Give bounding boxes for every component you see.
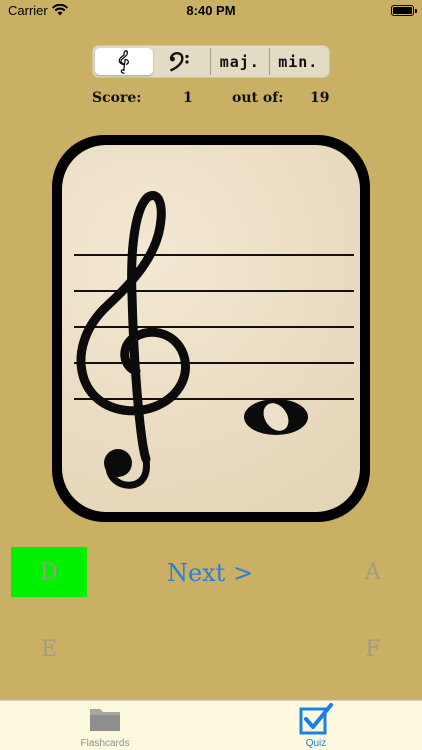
answer-a-button[interactable]: A — [335, 547, 411, 597]
folder-icon — [90, 709, 120, 731]
note-flashcard — [52, 135, 370, 522]
segment-minor[interactable]: min. — [270, 48, 328, 75]
answer-f-label: F — [365, 636, 381, 662]
status-bar: Carrier 8:40 PM — [0, 0, 422, 22]
music-staff — [74, 191, 354, 489]
treble-clef-icon — [76, 191, 190, 489]
answer-d-button[interactable]: D — [11, 547, 87, 597]
score-value: 1 — [183, 90, 193, 106]
staff-lines — [74, 254, 354, 400]
clef-segmented-control: maj. min. — [92, 45, 330, 78]
battery-icon — [391, 5, 417, 16]
next-button[interactable]: Next > — [150, 555, 270, 591]
card-paper — [62, 145, 360, 512]
segment-major-label: maj. — [219, 52, 260, 71]
total-value: 19 — [310, 90, 330, 106]
whole-note-icon — [244, 399, 308, 435]
next-label: Next > — [166, 559, 254, 587]
answer-f-button[interactable]: F — [335, 624, 411, 674]
tab-flashcards[interactable]: Flashcards — [55, 703, 155, 749]
segment-bass-clef[interactable] — [153, 48, 211, 75]
tab-bar: Flashcards Quiz — [0, 700, 422, 750]
score-row: Score: 1 out of: 19 — [0, 90, 422, 108]
bass-clef-icon — [170, 51, 189, 72]
tab-quiz-label: Quiz — [305, 738, 327, 749]
answer-e-label: E — [40, 636, 58, 662]
tab-quiz[interactable]: Quiz — [266, 703, 366, 749]
clock: 8:40 PM — [186, 3, 236, 18]
out-of-label: out of: — [232, 90, 284, 106]
tab-flashcards-label: Flashcards — [80, 738, 130, 749]
segment-minor-label: min. — [278, 52, 319, 71]
answer-e-button[interactable]: E — [11, 624, 87, 674]
score-label: Score: — [92, 90, 142, 106]
answer-a-label: A — [365, 559, 381, 585]
segment-treble-clef[interactable] — [95, 48, 153, 75]
segment-major[interactable]: maj. — [211, 48, 270, 75]
answer-d-label: D — [40, 559, 58, 585]
checkbox-icon — [299, 703, 333, 735]
treble-clef-icon — [118, 49, 129, 74]
